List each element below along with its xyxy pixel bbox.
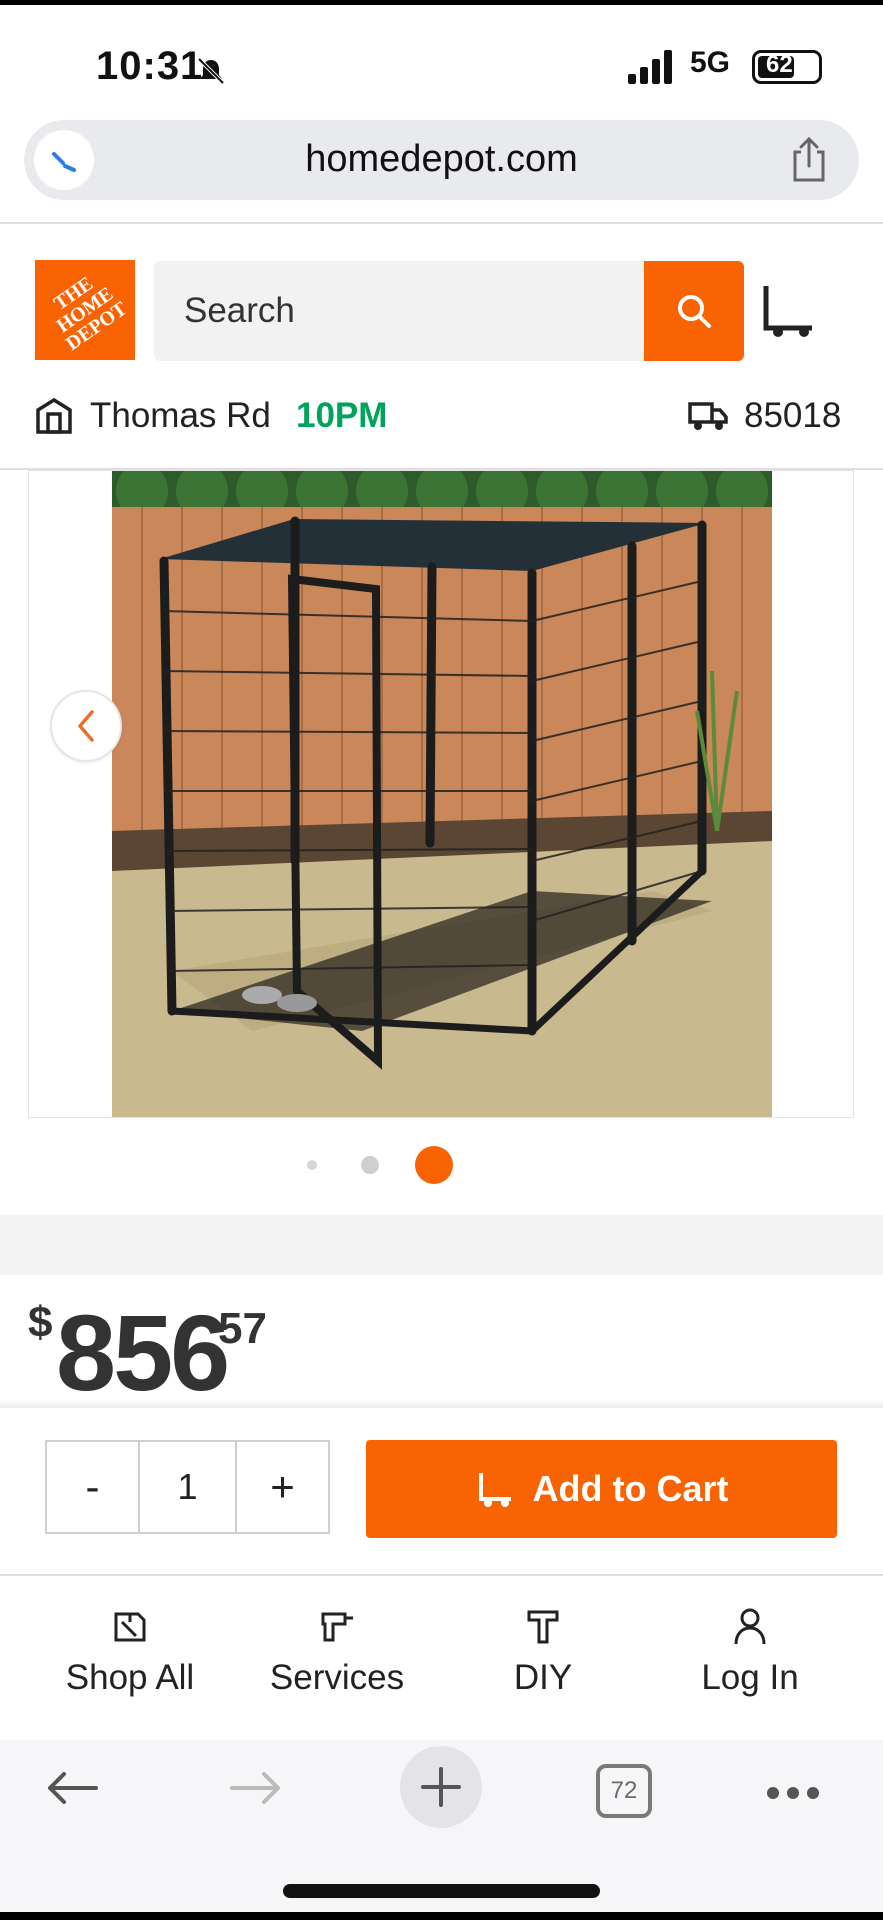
new-tab-button[interactable]	[400, 1746, 482, 1828]
home-indicator[interactable]	[283, 1884, 600, 1898]
carousel-dots	[0, 1140, 883, 1190]
divider	[0, 1574, 883, 1576]
address-bar[interactable]: homedepot.com	[24, 120, 859, 200]
delivery-truck-icon	[688, 402, 728, 430]
more-menu-icon[interactable]	[766, 1786, 820, 1800]
search-placeholder: Search	[184, 291, 295, 330]
sticky-bar-shadow	[0, 1400, 883, 1408]
tag-icon	[114, 1612, 146, 1642]
plus-icon	[421, 1767, 461, 1807]
nav-label: Log In	[701, 1658, 799, 1697]
signal-icon	[628, 50, 672, 84]
store-name[interactable]: Thomas Rd	[90, 396, 271, 436]
product-image-frame	[28, 470, 854, 1118]
add-to-cart-button[interactable]: Add to Cart	[366, 1440, 837, 1538]
delivery-zip[interactable]: 85018	[744, 396, 841, 436]
top-edge	[0, 0, 883, 5]
carousel-dot-active[interactable]	[415, 1146, 453, 1184]
logo-text: THE HOME DEPOT	[49, 272, 132, 356]
nav-diy[interactable]: DIY	[443, 1606, 643, 1698]
status-time: 10:31	[96, 44, 204, 88]
carousel-dot[interactable]	[307, 1160, 317, 1170]
forward-arrow-icon[interactable]	[228, 1770, 284, 1806]
nav-label: DIY	[513, 1658, 573, 1697]
add-to-cart-label: Add to Cart	[532, 1468, 729, 1509]
price-dollars: 856	[56, 1292, 230, 1413]
carousel-dot[interactable]	[361, 1156, 379, 1174]
cart-icon[interactable]	[760, 282, 820, 342]
hammer-icon	[527, 1610, 559, 1644]
status-bar: 10:31 5G 62	[0, 0, 883, 120]
store-icon	[36, 397, 72, 434]
quantity-value[interactable]: 1	[140, 1442, 235, 1532]
search-input[interactable]: Search	[154, 261, 644, 361]
back-arrow-icon[interactable]	[44, 1770, 100, 1806]
quantity-decrease-button[interactable]: -	[47, 1442, 140, 1532]
store-info-row[interactable]: Thomas Rd 10PM 85018	[0, 380, 883, 452]
nav-label: Shop All	[65, 1658, 195, 1697]
drill-icon	[321, 1612, 353, 1642]
nav-log-in[interactable]: Log In	[650, 1606, 850, 1698]
url-text[interactable]: homedepot.com	[24, 138, 859, 181]
quantity-increase-button[interactable]: +	[235, 1442, 328, 1532]
bottom-navigation: Shop All Services DIY Log In	[0, 1578, 883, 1738]
price-currency: $	[28, 1298, 53, 1347]
nav-label: Services	[269, 1658, 405, 1697]
search-button[interactable]	[644, 261, 744, 361]
nav-shop-all[interactable]: Shop All	[30, 1606, 230, 1698]
home-depot-logo[interactable]: THE HOME DEPOT	[35, 260, 135, 360]
product-image[interactable]	[112, 471, 772, 1117]
search-icon	[678, 295, 711, 328]
price-cents: 57	[218, 1304, 267, 1353]
nav-services[interactable]: Services	[237, 1606, 437, 1698]
bell-mute-icon	[197, 57, 225, 85]
network-label: 5G	[690, 46, 731, 79]
tabs-button[interactable]: 72	[596, 1764, 652, 1818]
share-icon[interactable]	[787, 136, 831, 184]
store-hours: 10PM	[296, 396, 388, 435]
battery-level: 62	[766, 51, 793, 78]
cart-icon	[478, 1473, 511, 1507]
section-separator	[0, 1215, 883, 1275]
user-icon	[734, 1608, 766, 1645]
chevron-left-icon	[78, 710, 94, 742]
quantity-stepper: - 1 +	[45, 1440, 330, 1534]
bottom-edge	[0, 1912, 883, 1920]
divider	[0, 222, 883, 224]
previous-image-button[interactable]	[50, 690, 122, 762]
